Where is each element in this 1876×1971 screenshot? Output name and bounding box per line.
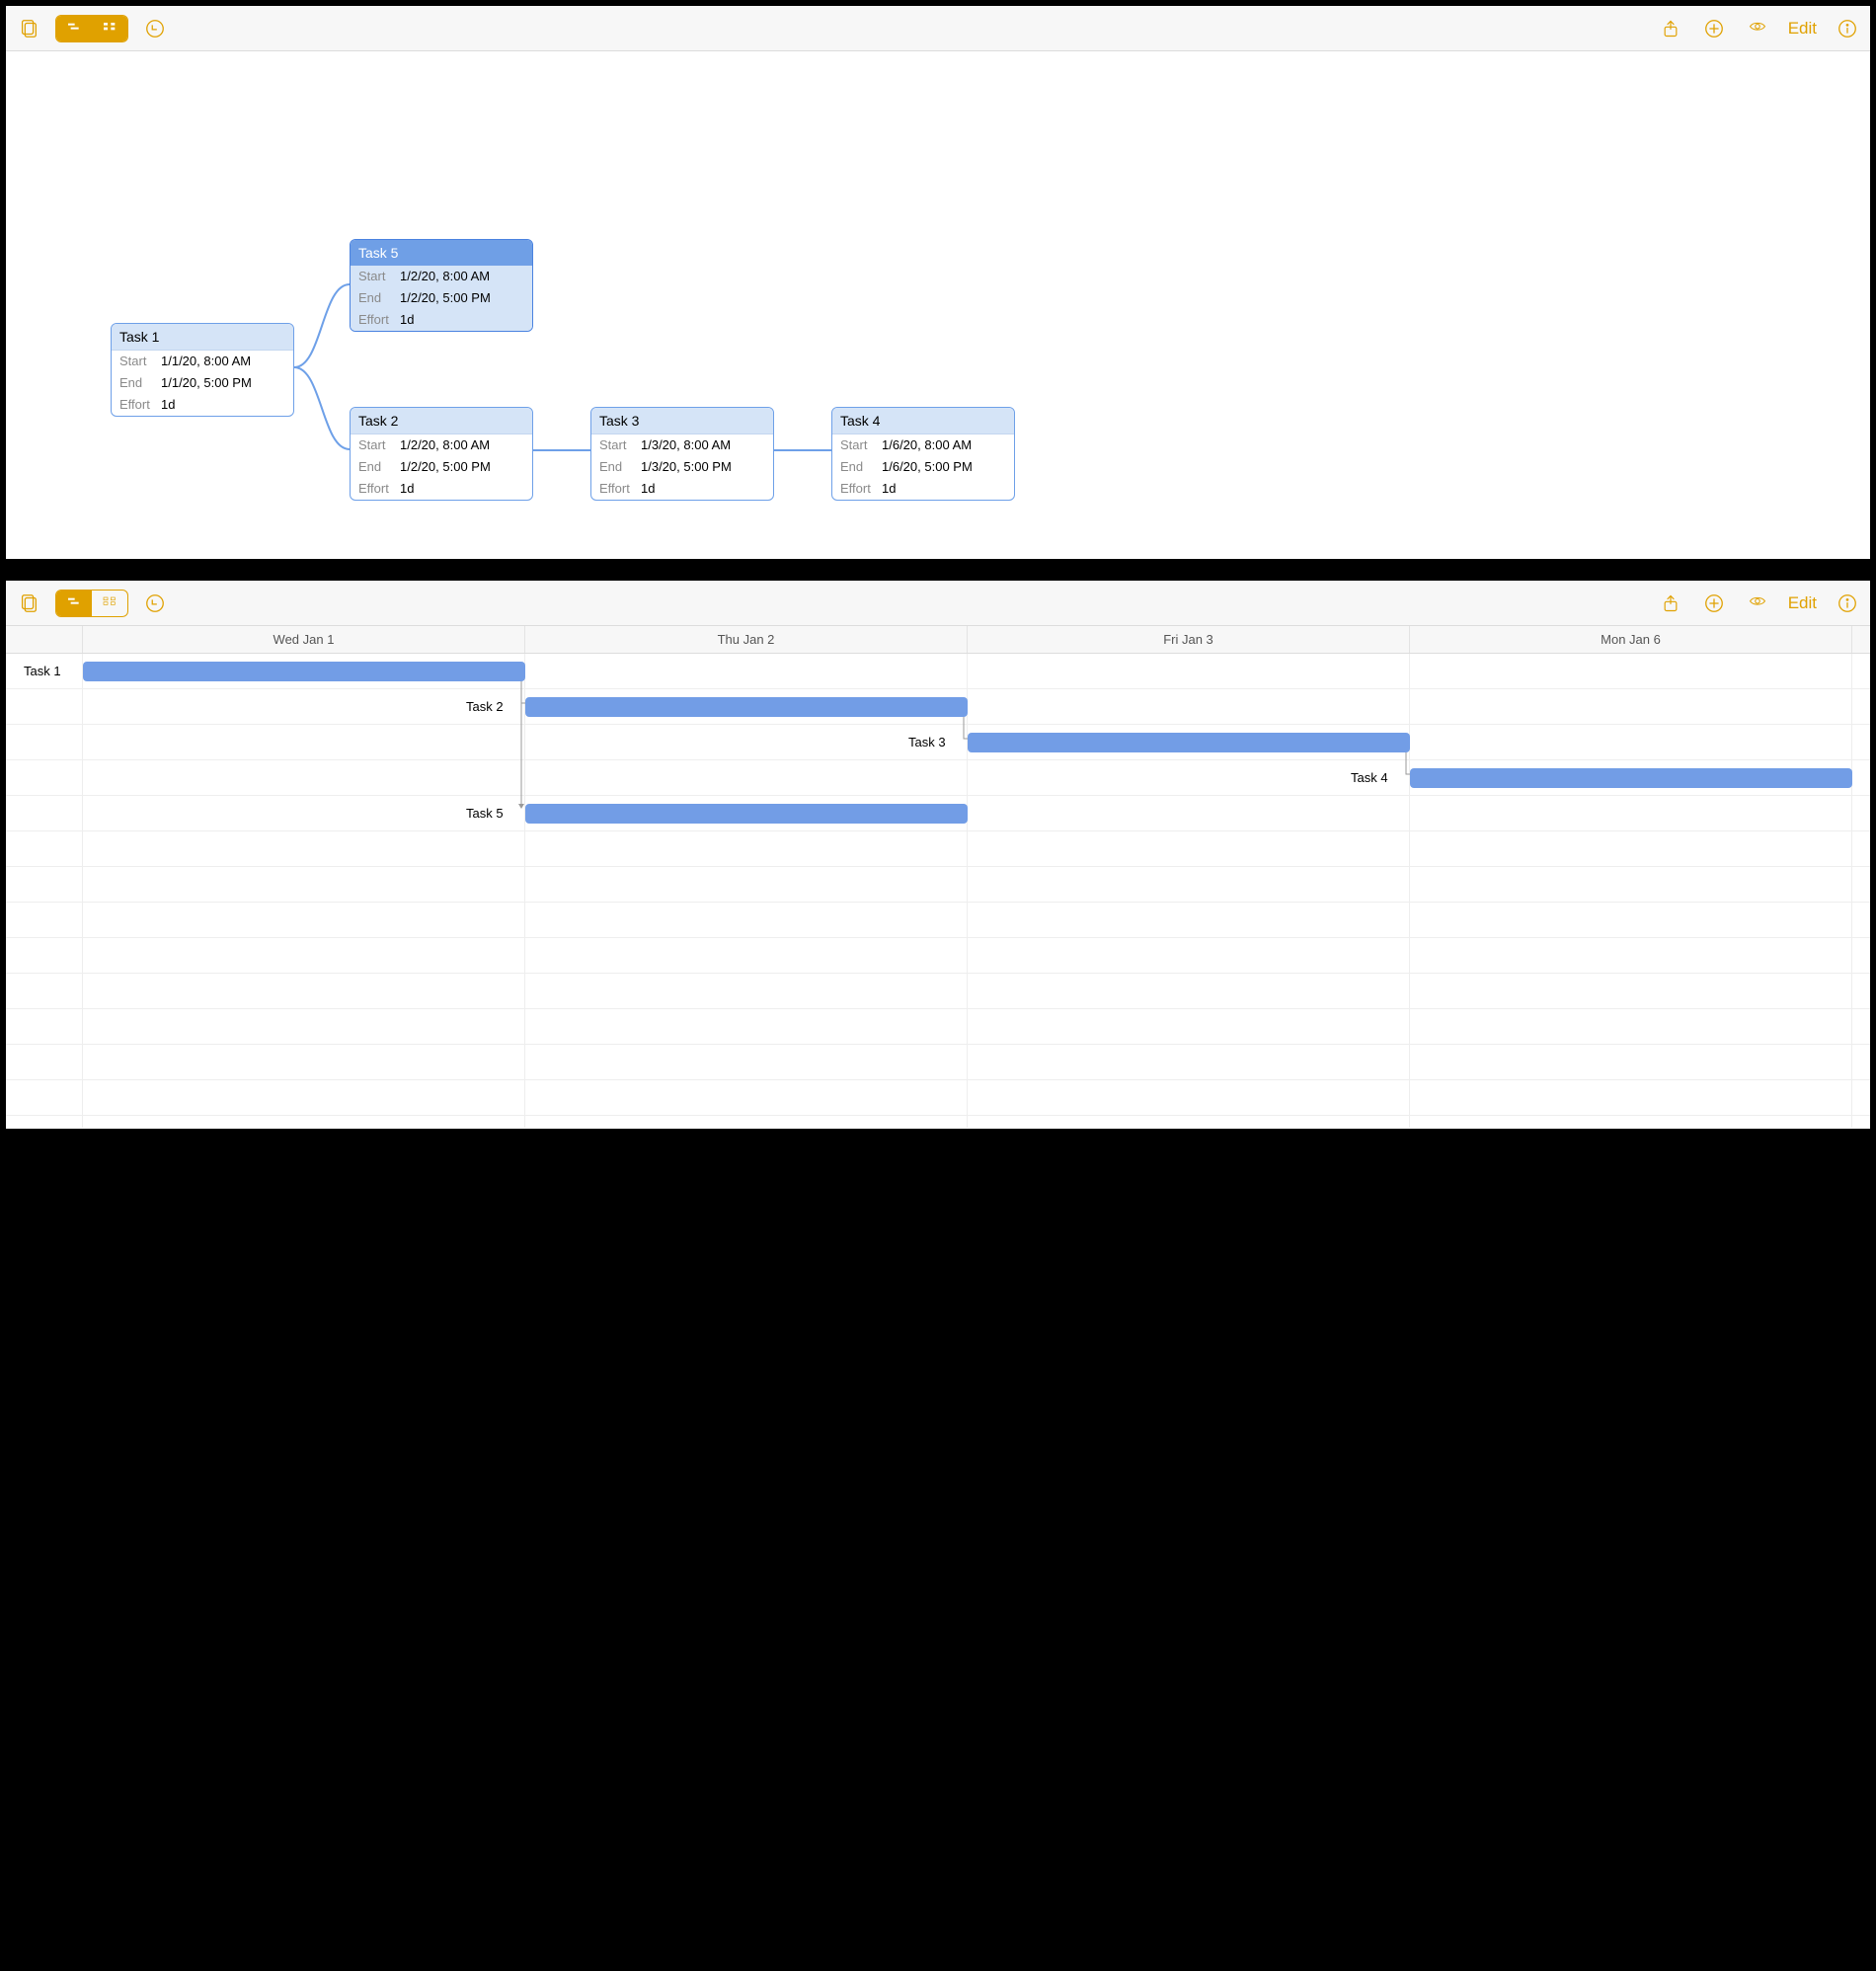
edit-button[interactable]: Edit [1788, 593, 1817, 613]
start-value: 1/2/20, 8:00 AM [400, 436, 490, 454]
effort-value: 1d [882, 480, 896, 498]
start-label: Start [358, 436, 400, 454]
effort-label: Effort [599, 480, 641, 498]
end-value: 1/2/20, 5:00 PM [400, 289, 491, 307]
eye-icon[interactable] [1745, 591, 1770, 616]
info-icon[interactable] [1835, 591, 1860, 616]
end-value: 1/1/20, 5:00 PM [161, 374, 252, 392]
gantt-col-header: Thu Jan 2 [525, 626, 968, 653]
task-title: Task 1 [112, 324, 293, 351]
start-label: Start [840, 436, 882, 454]
effort-value: 1d [641, 480, 655, 498]
network-view-segment[interactable] [92, 16, 127, 41]
effort-label: Effort [840, 480, 882, 498]
effort-value: 1d [400, 480, 414, 498]
share-icon[interactable] [1658, 591, 1683, 616]
end-label: End [840, 458, 882, 476]
gantt-row-label: Task 1 [24, 664, 61, 678]
add-icon[interactable] [1701, 16, 1727, 41]
end-label: End [599, 458, 641, 476]
view-mode-segmented[interactable] [55, 590, 128, 617]
gantt-dependency-lines [6, 654, 1870, 1128]
network-view-window: Edit Task 1 Start1/1/20, 8:00 AM End1/1/… [6, 6, 1870, 559]
network-canvas[interactable]: Task 1 Start1/1/20, 8:00 AM End1/1/20, 5… [6, 51, 1870, 594]
task-title: Task 2 [351, 408, 532, 434]
effort-label: Effort [358, 480, 400, 498]
gantt-bar[interactable] [525, 697, 968, 717]
gantt-row-label: Task 2 [466, 699, 504, 714]
toolbar: Edit [6, 581, 1870, 626]
documents-icon[interactable] [16, 16, 41, 41]
end-value: 1/6/20, 5:00 PM [882, 458, 973, 476]
gantt-row-label: Task 5 [466, 806, 504, 821]
toolbar: Edit [6, 6, 1870, 51]
start-label: Start [119, 353, 161, 370]
undo-icon[interactable] [142, 591, 168, 616]
start-value: 1/1/20, 8:00 AM [161, 353, 251, 370]
gantt-canvas[interactable]: Task 1 Task 2 Task 3 Task 4 Task 5 [6, 654, 1870, 1128]
network-view-segment[interactable] [92, 591, 127, 616]
effort-value: 1d [161, 396, 175, 414]
gantt-bar[interactable] [83, 662, 525, 681]
gantt-col-header: Fri Jan 3 [968, 626, 1410, 653]
gantt-row-label: Task 3 [908, 735, 946, 749]
gantt-bar[interactable] [525, 804, 968, 824]
edit-button[interactable]: Edit [1788, 19, 1817, 39]
eye-icon[interactable] [1745, 16, 1770, 41]
documents-icon[interactable] [16, 591, 41, 616]
task-card-5[interactable]: Task 5 Start1/2/20, 8:00 AM End1/2/20, 5… [350, 239, 533, 332]
start-value: 1/3/20, 8:00 AM [641, 436, 731, 454]
gantt-view-segment[interactable] [56, 16, 92, 41]
gantt-col-header: Mon Jan 6 [1410, 626, 1852, 653]
view-mode-segmented[interactable] [55, 15, 128, 42]
gantt-col-header: Wed Jan 1 [83, 626, 525, 653]
gantt-view-window: Edit Wed Jan 1 Thu Jan 2 Fri Jan 3 Mon J… [6, 581, 1870, 1129]
task-card-3[interactable]: Task 3 Start1/3/20, 8:00 AM End1/3/20, 5… [590, 407, 774, 501]
gantt-bar[interactable] [1410, 768, 1852, 788]
undo-icon[interactable] [142, 16, 168, 41]
task-title: Task 3 [591, 408, 773, 434]
gantt-view-segment[interactable] [56, 591, 92, 616]
effort-label: Effort [358, 311, 400, 329]
gantt-header: Wed Jan 1 Thu Jan 2 Fri Jan 3 Mon Jan 6 [6, 626, 1870, 654]
start-label: Start [599, 436, 641, 454]
end-value: 1/3/20, 5:00 PM [641, 458, 732, 476]
task-card-2[interactable]: Task 2 Start1/2/20, 8:00 AM End1/2/20, 5… [350, 407, 533, 501]
gantt-row-label: Task 4 [1351, 770, 1388, 785]
task-title: Task 5 [351, 240, 532, 266]
task-card-4[interactable]: Task 4 Start1/6/20, 8:00 AM End1/6/20, 5… [831, 407, 1015, 501]
info-icon[interactable] [1835, 16, 1860, 41]
add-icon[interactable] [1701, 591, 1727, 616]
start-value: 1/6/20, 8:00 AM [882, 436, 972, 454]
task-card-1[interactable]: Task 1 Start1/1/20, 8:00 AM End1/1/20, 5… [111, 323, 294, 417]
task-title: Task 4 [832, 408, 1014, 434]
effort-label: Effort [119, 396, 161, 414]
end-label: End [358, 289, 400, 307]
start-label: Start [358, 268, 400, 285]
end-label: End [119, 374, 161, 392]
start-value: 1/2/20, 8:00 AM [400, 268, 490, 285]
end-value: 1/2/20, 5:00 PM [400, 458, 491, 476]
gantt-bar[interactable] [968, 733, 1410, 752]
end-label: End [358, 458, 400, 476]
share-icon[interactable] [1658, 16, 1683, 41]
effort-value: 1d [400, 311, 414, 329]
